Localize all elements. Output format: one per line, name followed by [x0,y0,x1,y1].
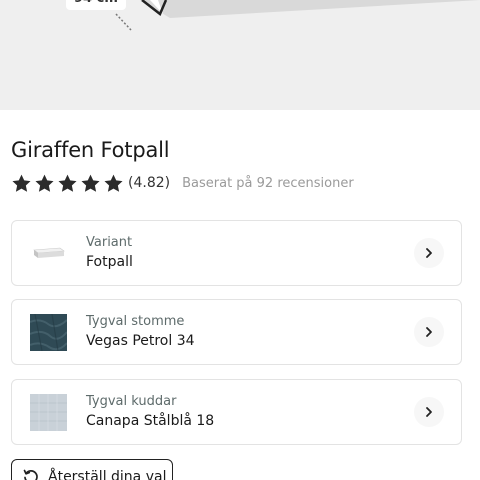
option-label: Tygval stomme [86,314,185,329]
dimension-label: 94 cm [66,0,126,10]
rating-score: (4.82) [128,175,171,191]
review-count: Baserat på 92 recensioner [182,175,354,191]
reset-icon [23,469,38,480]
product-title: Giraffen Fotpall [11,138,170,162]
option-label: Variant [86,235,133,250]
reset-label: Återställ dina val [48,469,167,480]
option-card-variant[interactable]: Variant Fotpall [11,220,462,286]
option-value: Vegas Petrol 34 [86,333,195,349]
footstool-thumbnail [33,247,65,258]
star-icon [81,174,100,192]
option-card-cushion-fabric[interactable]: Tygval kuddar Canapa Stålblå 18 [11,379,462,445]
rating-row[interactable]: (4.82) Baserat på 92 recensioner [11,172,354,194]
option-card-frame-fabric[interactable]: Tygval stomme Vegas Petrol 34 [11,299,462,365]
chevron-right-icon[interactable] [414,397,444,427]
option-value: Canapa Stålblå 18 [86,413,215,429]
product-illustration [115,0,480,31]
chevron-right-icon[interactable] [414,317,444,347]
star-rating [11,173,124,194]
chevron-right-icon[interactable] [414,238,444,268]
star-icon [12,174,31,192]
star-icon [35,174,54,192]
star-icon [58,174,77,192]
star-icon [104,174,123,192]
fabric-swatch-petrol [30,313,67,351]
fabric-swatch-steel-blue [30,393,67,431]
option-value: Fotpall [86,254,133,270]
product-image: 94 cm [0,0,480,110]
option-label: Tygval kuddar [86,394,177,409]
reset-selections-button[interactable]: Återställ dina val [11,459,173,480]
